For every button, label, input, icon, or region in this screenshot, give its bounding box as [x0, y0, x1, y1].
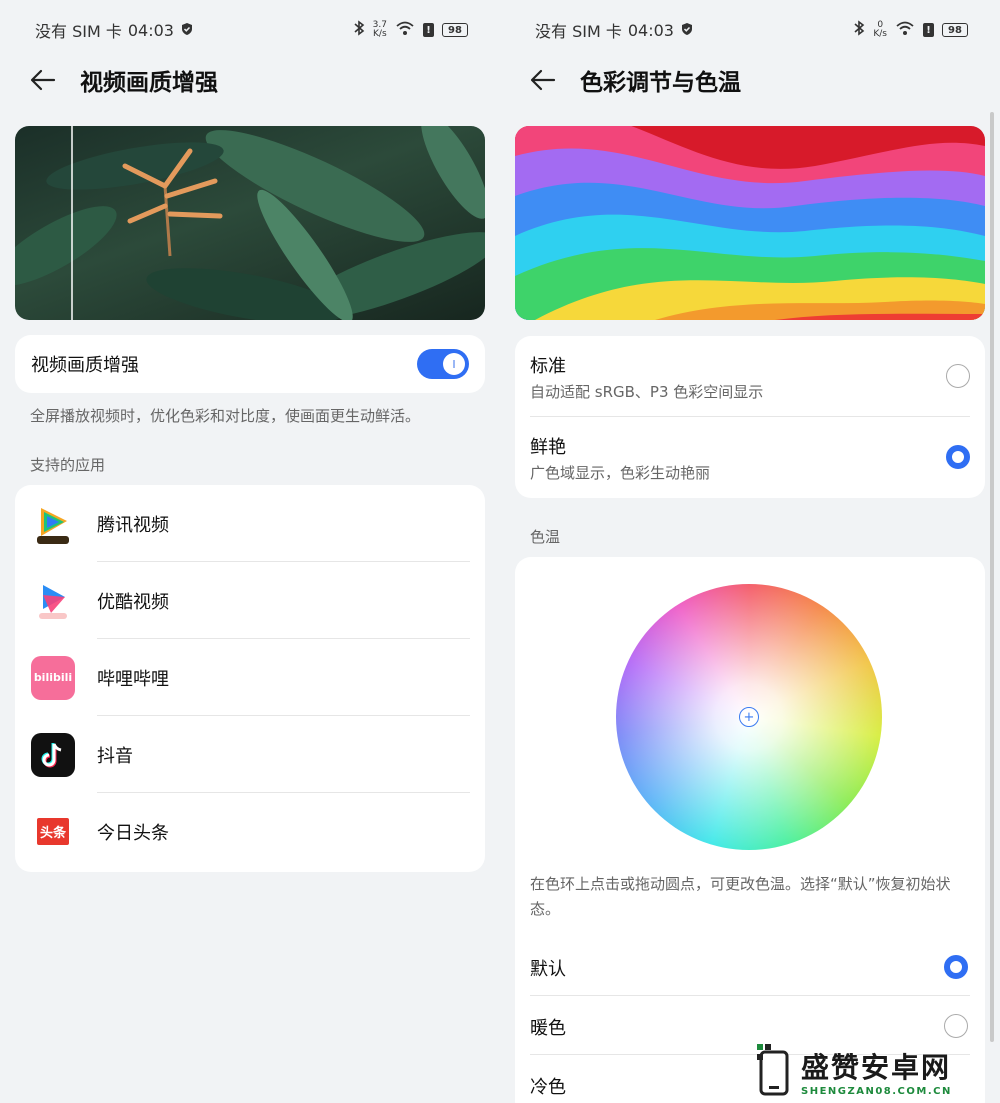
mode-row-standard[interactable]: 标准 自动适配 sRGB、P3 色彩空间显示: [515, 336, 985, 417]
scrollbar[interactable]: [990, 112, 994, 1042]
app-row-douyin[interactable]: 抖音: [15, 716, 485, 793]
tencent-video-icon: [31, 501, 75, 546]
mode-radio-vivid[interactable]: [946, 445, 970, 469]
clock: 04:03: [627, 20, 674, 40]
video-enhance-screen: 没有 SIM 卡 04:03 3.7 K/s ! 98 视频画质增强 视频画质增…: [0, 0, 500, 1103]
color-temp-description: 在色环上点击或拖动圆点，可更改色温。选择“默认”恢复初始状态。: [530, 875, 951, 918]
title-bar: 色彩调节与色温: [530, 60, 970, 100]
mode-row-vivid[interactable]: 鲜艳 广色域显示，色彩生动艳丽: [515, 417, 985, 498]
douyin-icon: [31, 732, 75, 777]
comparison-divider[interactable]: [71, 126, 73, 320]
leaf-illustration: [15, 126, 485, 320]
app-name: 抖音: [97, 745, 133, 767]
status-bar: 没有 SIM 卡 04:03 0 K/s ! 98: [535, 16, 968, 44]
mode-title: 鲜艳: [530, 437, 566, 458]
color-wheel[interactable]: +: [616, 584, 882, 850]
supported-apps-label: 支持的应用: [30, 456, 106, 474]
network-speed: 0 K/s: [873, 21, 887, 39]
app-name: 今日头条: [97, 822, 169, 844]
alert-icon: !: [923, 23, 934, 37]
app-name: 优酷视频: [97, 591, 169, 613]
color-temperature-screen: 没有 SIM 卡 04:03 0 K/s ! 98 色彩调节与色温 标准 自动适…: [500, 0, 1000, 1103]
color-picker-handle[interactable]: +: [739, 707, 759, 727]
app-row-youku[interactable]: 优酷视频: [15, 562, 485, 639]
watermark-title: 盛赞安卓网: [801, 1050, 952, 1084]
app-row-toutiao[interactable]: 头条 今日头条: [15, 793, 485, 870]
rainbow-illustration: [515, 126, 985, 320]
color-mode-list: 标准 自动适配 sRGB、P3 色彩空间显示 鲜艳 广色域显示，色彩生动艳丽: [515, 336, 985, 498]
toutiao-icon: 头条: [31, 809, 75, 854]
watermark-subtitle: SHENGZAN08.COM.CN: [801, 1085, 952, 1097]
phone-logo-icon: [755, 1042, 795, 1100]
speed-unit: K/s: [873, 29, 887, 39]
page-title: 色彩调节与色温: [580, 70, 741, 96]
wifi-icon: [395, 20, 415, 40]
site-watermark: 盛赞安卓网 SHENGZAN08.COM.CN: [755, 1042, 995, 1100]
alert-icon: !: [423, 23, 434, 37]
app-name: 哔哩哔哩: [97, 668, 169, 690]
youku-icon: [31, 578, 75, 623]
enhance-switch[interactable]: [417, 349, 469, 379]
page-title: 视频画质增强: [80, 70, 218, 96]
status-bar: 没有 SIM 卡 04:03 3.7 K/s ! 98: [35, 16, 468, 44]
bilibili-icon: bilibili: [31, 655, 75, 700]
color-temp-card: + 在色环上点击或拖动圆点，可更改色温。选择“默认”恢复初始状态。 默认 暖色 …: [515, 557, 985, 1103]
clock: 04:03: [127, 20, 174, 40]
speed-unit: K/s: [373, 29, 387, 39]
back-arrow-icon[interactable]: [30, 65, 60, 95]
wifi-icon: [895, 20, 915, 40]
bluetooth-icon: [353, 20, 365, 40]
network-speed: 3.7 K/s: [373, 21, 387, 39]
mode-subtitle: 广色域显示，色彩生动艳丽: [530, 464, 711, 482]
title-bar: 视频画质增强: [30, 60, 470, 100]
color-preview-image: [515, 126, 985, 320]
back-arrow-icon[interactable]: [530, 65, 560, 95]
toggle-label: 视频画质增强: [31, 355, 139, 376]
battery-icon: 98: [442, 23, 468, 37]
toutiao-icon-text: 头条: [36, 818, 69, 845]
app-row-bilibili[interactable]: bilibili 哔哩哔哩: [15, 639, 485, 716]
app-name: 腾讯视频: [97, 514, 169, 536]
app-row-tencent[interactable]: 腾讯视频: [15, 485, 485, 562]
enhance-description: 全屏播放视频时，优化色彩和对比度，使画面更生动鲜活。: [30, 407, 421, 425]
temp-option-label: 暖色: [530, 1018, 566, 1039]
battery-icon: 98: [942, 23, 968, 37]
temp-radio-warm[interactable]: [944, 1014, 968, 1038]
preview-image: [15, 126, 485, 320]
bluetooth-icon: [853, 20, 865, 40]
switch-knob: [443, 353, 465, 375]
temp-option-label: 冷色: [530, 1077, 566, 1098]
temp-option-default[interactable]: 默认: [515, 938, 985, 996]
mode-title: 标准: [530, 356, 566, 377]
color-temp-label: 色温: [530, 528, 561, 546]
shield-icon: [680, 21, 694, 40]
shield-icon: [180, 21, 194, 40]
carrier-text: 没有 SIM 卡: [35, 22, 122, 41]
temp-option-label: 默认: [530, 959, 566, 980]
enhance-toggle-row[interactable]: 视频画质增强: [15, 335, 485, 393]
bilibili-icon-text: bilibili: [33, 671, 73, 684]
mode-radio-standard[interactable]: [946, 364, 970, 388]
temp-radio-default[interactable]: [944, 955, 968, 979]
mode-subtitle: 自动适配 sRGB、P3 色彩空间显示: [530, 383, 764, 401]
supported-apps-list: 腾讯视频 优酷视频 bilibili 哔哩哔哩 抖音 头条 今日头条: [15, 485, 485, 872]
carrier-text: 没有 SIM 卡: [535, 22, 622, 41]
